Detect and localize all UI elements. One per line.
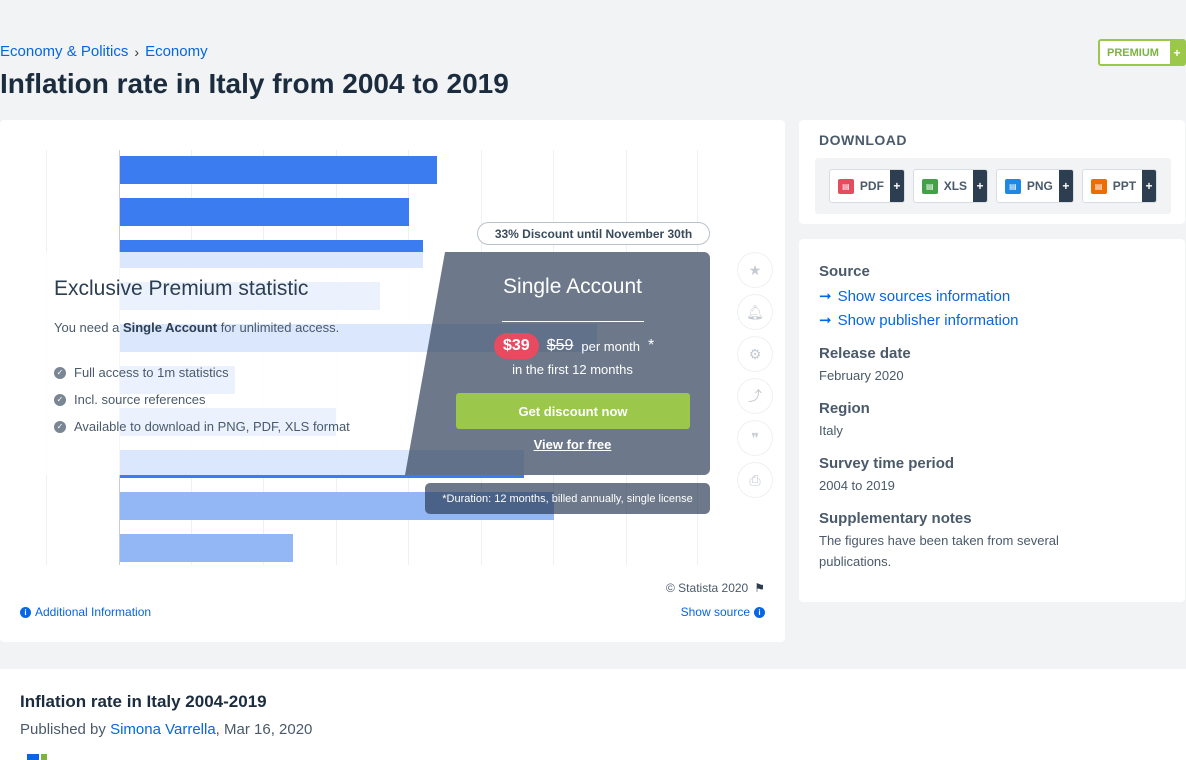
notes-value: The figures have been taken from several… [819, 533, 1059, 569]
survey-value: 2004 to 2019 [819, 478, 895, 493]
author-link[interactable]: Simona Varrella [110, 721, 216, 738]
download-ppt-label: PPT [1112, 179, 1137, 193]
copyright: © Statista 2020 ⚑ [666, 581, 765, 595]
premium-label: PREMIUM [1107, 46, 1159, 59]
top-bar: Economy & Politics › Economy Inflation r… [0, 0, 1186, 120]
published-by: Published by Simona Varrella, Mar 16, 20… [20, 721, 312, 738]
png-icon: ▤ [1004, 178, 1021, 194]
feature-label: Available to download in PNG, PDF, XLS f… [74, 419, 350, 434]
show-publisher-link[interactable]: ➞ Show publisher information [819, 311, 1019, 330]
premium-plus-icon: + [1170, 41, 1184, 64]
download-buttons: ▤ PDF + ▤ XLS + ▤ PNG + ▤ PPT + [815, 158, 1171, 214]
arrow-right-icon: ➞ [819, 312, 832, 329]
quote-icon[interactable]: ❞ [738, 421, 772, 455]
feature-label: Incl. source references [74, 392, 206, 407]
region-value: Italy [819, 423, 843, 438]
icon-part [27, 754, 39, 760]
info-icon: i [754, 606, 765, 618]
price-star: * [647, 337, 655, 354]
print-icon[interactable]: ⎙ [738, 463, 772, 497]
overlay-subtext: You need a Single Account for unlimited … [54, 320, 339, 335]
price-first-months: in the first 12 months [512, 362, 633, 377]
price-per: per month [581, 338, 640, 354]
download-png-label: PNG [1026, 179, 1053, 193]
share-icon[interactable]: ⤴ [738, 379, 772, 413]
show-publisher-label: Show publisher information [837, 311, 1019, 329]
chart-bar [120, 198, 409, 226]
download-xls-button[interactable]: ▤ XLS + [912, 169, 989, 203]
bell-icon[interactable]: 🔔︎ [738, 295, 772, 329]
expand-icon[interactable] [27, 754, 47, 760]
feature-list: ✓ Full access to 1m statistics ✓ Incl. sou… [54, 359, 350, 440]
overlay-sub-prefix: You need a [54, 320, 123, 335]
pdf-icon: ▤ [837, 178, 854, 194]
feature-label: Full access to 1m statistics [74, 365, 229, 380]
premium-badge[interactable]: PREMIUM + [1098, 39, 1186, 66]
feature-item: ✓ Incl. source references [54, 386, 350, 413]
plus-icon: + [889, 170, 904, 202]
view-for-free-link[interactable]: View for free [440, 437, 705, 452]
download-png-button[interactable]: ▤ PNG + [995, 169, 1074, 203]
info-icon: i [20, 606, 31, 618]
get-discount-button[interactable]: Get discount now [456, 393, 690, 429]
download-pdf-button[interactable]: ▤ PDF + [828, 169, 905, 203]
price-row: $39 $59 per month * [494, 333, 654, 359]
plus-icon: + [1058, 170, 1073, 202]
release-heading: Release date [819, 345, 911, 362]
account-divider [502, 321, 644, 322]
breadcrumb-economy-politics[interactable]: Economy & Politics [0, 43, 128, 60]
price-old: $59 [546, 337, 574, 354]
price-new: $39 [494, 333, 539, 359]
feature-item: ✓ Full access to 1m statistics [54, 359, 350, 386]
arrow-right-icon: ➞ [819, 288, 832, 305]
gear-icon[interactable]: ⚙ [738, 337, 772, 371]
description-title: Inflation rate in Italy 2004-2019 [20, 692, 267, 711]
chart-bar [120, 534, 293, 562]
published-by-label: Published by [20, 721, 111, 738]
notes-heading: Supplementary notes [819, 510, 972, 527]
discount-pill: 33% Discount until November 30th [477, 222, 710, 245]
show-source-label: Show source [680, 605, 750, 619]
xls-icon: ▤ [921, 178, 938, 194]
show-sources-link[interactable]: ➞ Show sources information [819, 287, 1011, 306]
copyright-text: © Statista 2020 [666, 581, 749, 595]
download-title: DOWNLOAD [819, 132, 907, 148]
publish-date: , Mar 16, 2020 [215, 721, 313, 738]
overlay-sub-bold: Single Account [122, 320, 218, 335]
breadcrumb-separator: › [134, 43, 140, 60]
flag-icon[interactable]: ⚑ [754, 581, 765, 595]
download-card: DOWNLOAD ▤ PDF + ▤ XLS + ▤ PNG + ▤ PPT + [799, 120, 1185, 224]
chart-tool-icons: ★ 🔔︎ ⚙ ⤴ ❞ ⎙ [738, 253, 772, 497]
duration-note: *Duration: 12 months, billed annually, s… [425, 483, 710, 514]
page-title: Inflation rate in Italy from 2004 to 201… [0, 68, 509, 99]
ppt-icon: ▤ [1090, 178, 1107, 194]
account-title: Single Account [503, 275, 642, 298]
plus-icon: + [1142, 170, 1157, 202]
plus-icon: + [973, 170, 988, 202]
download-xls-label: XLS [943, 179, 968, 193]
chart-bar [120, 156, 437, 184]
region-heading: Region [819, 400, 870, 417]
star-icon[interactable]: ★ [738, 253, 772, 287]
survey-heading: Survey time period [819, 455, 955, 472]
icon-part [41, 754, 47, 760]
breadcrumb-economy[interactable]: Economy [145, 43, 208, 60]
additional-info-link[interactable]: i Additional Information [20, 605, 151, 619]
show-source-link[interactable]: Show source i [681, 605, 765, 619]
download-pdf-label: PDF [859, 179, 884, 193]
release-value: February 2020 [819, 368, 904, 383]
description-card: Inflation rate in Italy 2004-2019 Publis… [0, 669, 1186, 760]
show-sources-label: Show sources information [837, 287, 1011, 305]
source-card: Source ➞ Show sources information ➞ Show… [799, 239, 1185, 602]
source-heading: Source [819, 263, 870, 280]
download-ppt-button[interactable]: ▤ PPT + [1081, 169, 1158, 203]
check-icon: ✓ [54, 393, 66, 406]
overlay-heading: Exclusive Premium statistic [54, 277, 309, 300]
check-icon: ✓ [54, 420, 66, 433]
overlay-sub-suffix: for unlimited access. [217, 320, 340, 335]
check-icon: ✓ [54, 366, 66, 379]
additional-info-label: Additional Information [35, 605, 152, 619]
breadcrumb: Economy & Politics › Economy [0, 43, 208, 60]
feature-item: ✓ Available to download in PNG, PDF, XLS … [54, 413, 350, 440]
